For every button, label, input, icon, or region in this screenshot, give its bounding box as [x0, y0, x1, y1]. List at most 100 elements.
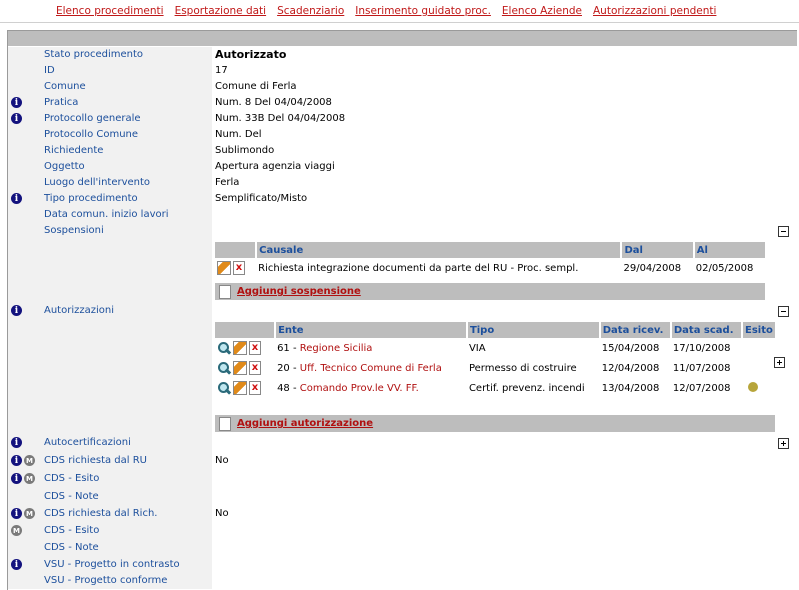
- m-icon[interactable]: M: [24, 508, 35, 519]
- add-autorizzazione-link[interactable]: Aggiungi autorizzazione: [237, 418, 373, 429]
- expand-icon[interactable]: [778, 438, 789, 449]
- delete-icon[interactable]: x: [249, 341, 261, 355]
- row-cds-esito: iM CDS - Esito: [8, 471, 797, 489]
- info-icon[interactable]: i: [11, 508, 22, 519]
- label-protocollo-generale: Protocollo generale: [44, 113, 141, 124]
- row-protocollo-generale: i Protocollo generale Num. 33B Del 04/04…: [8, 111, 797, 127]
- nav-inserimento-guidato[interactable]: Inserimento guidato proc.: [355, 5, 491, 17]
- label-cds-richiesta-ru: CDS richiesta dal RU: [44, 455, 148, 466]
- view-icon[interactable]: [217, 341, 231, 355]
- ente-link[interactable]: Regione Sicilia: [300, 343, 373, 354]
- value-protocollo-comune: Num. Del: [215, 129, 262, 140]
- info-icon[interactable]: i: [11, 559, 22, 570]
- row-cds-richiesta-rich: iM CDS richiesta dal Rich. No: [8, 506, 797, 523]
- delete-icon[interactable]: x: [233, 261, 245, 275]
- collapse-icon[interactable]: [778, 226, 789, 237]
- m-icon[interactable]: M: [11, 525, 22, 536]
- value-cds-richiesta-ru: No: [215, 455, 229, 466]
- cell-data-ricevimento: 15/04/2008: [601, 342, 660, 354]
- label-cds-richiesta-rich: CDS richiesta dal Rich.: [44, 508, 158, 519]
- value-protocollo-generale: Num. 33B Del 04/04/2008: [215, 113, 346, 124]
- col-ente: Ente: [275, 322, 468, 338]
- expand-icon[interactable]: [774, 357, 785, 368]
- info-icon[interactable]: i: [11, 305, 22, 316]
- edit-icon[interactable]: [233, 381, 247, 395]
- info-icon[interactable]: i: [11, 437, 22, 448]
- edit-icon[interactable]: [233, 361, 247, 375]
- col-esito: Esito: [741, 322, 775, 338]
- row-cds-richiesta-ru: iM CDS richiesta dal RU No: [8, 453, 797, 471]
- view-icon[interactable]: [217, 361, 231, 375]
- row-autorizzazioni: i Autorizzazioni: [8, 303, 797, 319]
- cell-al: 02/05/2008: [695, 262, 754, 274]
- nav-esportazione-dati[interactable]: Esportazione dati: [175, 5, 267, 17]
- nav-scadenziario[interactable]: Scadenziario: [277, 5, 344, 17]
- info-icon[interactable]: i: [11, 455, 22, 466]
- label-tipo-procedimento: Tipo procedimento: [44, 193, 138, 204]
- col-data-scadenza: Data scad.: [670, 322, 743, 338]
- value-pratica: Num. 8 Del 04/04/2008: [215, 97, 332, 108]
- detail-panel: Stato procedimento Autorizzato ID 17 Com…: [7, 30, 797, 590]
- label-vsu-contrasto: VSU - Progetto in contrasto: [44, 559, 180, 570]
- nav-elenco-procedimenti[interactable]: Elenco procedimenti: [56, 5, 164, 17]
- sospensioni-section: Causale Dal Al x Richiesta integrazione …: [8, 239, 797, 303]
- label-cds-note-2: CDS - Note: [44, 542, 99, 553]
- label-oggetto: Oggetto: [44, 161, 85, 172]
- label-cds-note: CDS - Note: [44, 491, 99, 502]
- cell-num: 61 -: [277, 342, 297, 354]
- row-richiedente: Richiedente Sublimondo: [8, 143, 797, 159]
- value-id: 17: [215, 65, 228, 76]
- value-cds-richiesta-rich: No: [215, 508, 229, 519]
- top-navigation: Elenco procedimenti Esportazione dati Sc…: [0, 0, 799, 23]
- document-icon: [219, 284, 231, 299]
- row-tipo-procedimento: i Tipo procedimento Semplificato/Misto: [8, 191, 797, 207]
- row-sospensioni: Sospensioni: [8, 223, 797, 239]
- label-vsu-conforme: VSU - Progetto conforme: [44, 575, 168, 586]
- collapse-icon[interactable]: [778, 306, 789, 317]
- nav-elenco-aziende[interactable]: Elenco Aziende: [502, 5, 582, 17]
- m-icon[interactable]: M: [24, 473, 35, 484]
- autorizzazioni-section: Ente Tipo Data ricev. Data scad. Esito x…: [8, 319, 797, 435]
- row-cds-esito-2: M CDS - Esito: [8, 523, 797, 540]
- add-sospensione-link[interactable]: Aggiungi sospensione: [237, 286, 361, 297]
- table-row: x Richiesta integrazione documenti da pa…: [215, 258, 765, 278]
- m-icon[interactable]: M: [24, 455, 35, 466]
- label-pratica: Pratica: [44, 97, 79, 108]
- label-autocertificazioni: Autocertificazioni: [44, 437, 131, 448]
- row-vsu-contrasto: i VSU - Progetto in contrasto: [8, 557, 797, 573]
- info-icon[interactable]: i: [11, 193, 22, 204]
- row-autocertificazioni: i Autocertificazioni: [8, 435, 797, 453]
- label-sospensioni: Sospensioni: [44, 225, 104, 236]
- label-cds-esito-2: CDS - Esito: [44, 525, 100, 536]
- edit-icon[interactable]: [217, 261, 231, 275]
- cell-tipo: VIA: [468, 342, 486, 354]
- view-icon[interactable]: [217, 381, 231, 395]
- row-data-comunicazione: Data comun. inizio lavori: [8, 207, 797, 223]
- value-richiedente: Sublimondo: [215, 145, 275, 156]
- info-icon[interactable]: i: [11, 473, 22, 484]
- info-icon[interactable]: i: [11, 97, 22, 108]
- col-causale: Causale: [256, 242, 623, 258]
- col-tipo: Tipo: [466, 322, 601, 338]
- ente-link[interactable]: Uff. Tecnico Comune di Ferla: [300, 363, 442, 374]
- label-protocollo-comune: Protocollo Comune: [44, 129, 139, 140]
- document-icon: [219, 416, 231, 431]
- cell-causale: Richiesta integrazione documenti da part…: [258, 262, 579, 274]
- ente-link[interactable]: Comando Prov.le VV. FF.: [300, 383, 419, 394]
- value-comune: Comune di Ferla: [215, 81, 297, 92]
- cell-data-scadenza: 11/07/2008: [672, 362, 731, 374]
- info-icon[interactable]: i: [11, 113, 22, 124]
- edit-icon[interactable]: [233, 341, 247, 355]
- row-id: ID 17: [8, 63, 797, 79]
- status-dot-icon: [747, 381, 758, 392]
- value-tipo-procedimento: Semplificato/Misto: [215, 193, 308, 204]
- panel-header-bar: [8, 31, 797, 47]
- cell-num: 48 -: [277, 382, 297, 394]
- delete-icon[interactable]: x: [249, 361, 261, 375]
- value-stato: Autorizzato: [215, 48, 287, 61]
- row-oggetto: Oggetto Apertura agenzia viaggi: [8, 159, 797, 175]
- cell-data-scadenza: 12/07/2008: [672, 382, 731, 394]
- row-comune: Comune Comune di Ferla: [8, 79, 797, 95]
- nav-autorizzazioni-pendenti[interactable]: Autorizzazioni pendenti: [593, 5, 716, 17]
- delete-icon[interactable]: x: [249, 381, 261, 395]
